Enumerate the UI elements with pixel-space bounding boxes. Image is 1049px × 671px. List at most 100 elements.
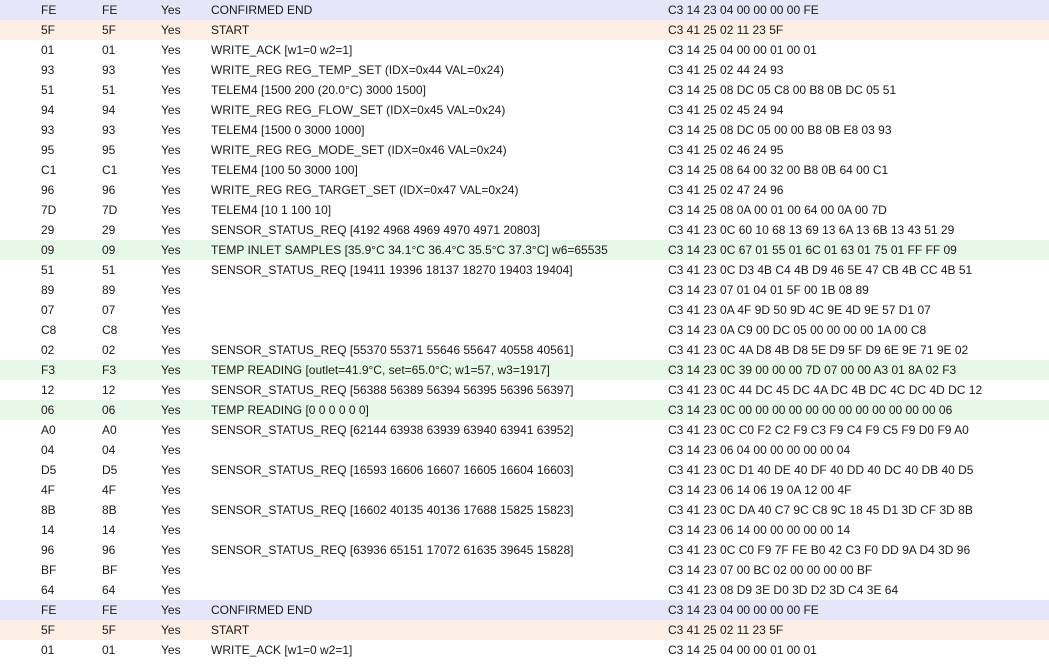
calc-checksum-cell: 14 [102,523,116,537]
decoded-cell: SENSOR_STATUS_REQ [16593 16606 16607 166… [211,463,574,477]
table-row[interactable]: 95 95 Yes WRITE_REG REG_MODE_SET (IDX=0x46 … [0,140,1049,160]
table-row[interactable]: 02 02 Yes SENSOR_STATUS_REQ [55370 55371 55… [0,340,1049,360]
decoded-cell: TELEM4 [1500 0 3000 1000] [211,123,365,137]
decoded-cell: TEMP READING [outlet=41.9°C, set=65.0°C;… [211,363,550,377]
checksum-cell: A0 [41,423,56,437]
packet-log-table: FE FE Yes CONFIRMED END C3 14 23 04 00 00 00… [0,0,1049,660]
calc-checksum-cell: 96 [102,543,116,557]
valid-cell: Yes [161,103,181,117]
raw-bytes-cell: C3 14 23 0A C9 00 DC 05 00 00 00 00 1A 0… [668,323,927,337]
table-row[interactable]: F3 F3 Yes TEMP READING [outlet=41.9°C, set=… [0,360,1049,380]
table-row[interactable]: 01 01 Yes WRITE_ACK [w1=0 w2=1] C3 14 25 04 … [0,40,1049,60]
table-row[interactable]: D5 D5 Yes SENSOR_STATUS_REQ [16593 16606 16… [0,460,1049,480]
raw-bytes-cell: C3 41 23 08 D9 3E D0 3D D2 3D C4 3E 64 [668,583,899,597]
valid-cell: Yes [161,643,181,657]
calc-checksum-cell: F3 [102,363,117,377]
table-row[interactable]: 51 51 Yes TELEM4 [1500 200 (20.0°C) 3000 15… [0,80,1049,100]
calc-checksum-cell: 51 [102,263,116,277]
table-row[interactable]: 29 29 Yes SENSOR_STATUS_REQ [4192 4968 4969… [0,220,1049,240]
checksum-cell: BF [41,563,57,577]
raw-bytes-cell: C3 14 25 04 00 00 01 00 01 [668,43,817,57]
raw-bytes-cell: C3 14 25 08 0A 00 01 00 64 00 0A 00 7D [668,203,887,217]
calc-checksum-cell: C8 [102,323,118,337]
table-row[interactable]: 89 89 Yes C3 14 23 07 01 04 01 5F 00 1B 08 … [0,280,1049,300]
table-row[interactable]: 06 06 Yes TEMP READING [0 0 0 0 0 0] C3 14 2… [0,400,1049,420]
checksum-cell: 94 [41,103,55,117]
decoded-cell: SENSOR_STATUS_REQ [56388 56389 56394 563… [211,383,574,397]
checksum-cell: 5F [41,23,56,37]
valid-cell: Yes [161,323,181,337]
table-row[interactable]: 5F 5F Yes START C3 41 25 02 11 23 5F [0,620,1049,640]
table-row[interactable]: 93 93 Yes TELEM4 [1500 0 3000 1000] C3 14 25… [0,120,1049,140]
checksum-cell: 06 [41,403,55,417]
decoded-cell: WRITE_ACK [w1=0 w2=1] [211,643,353,657]
table-row[interactable]: FE FE Yes CONFIRMED END C3 14 23 04 00 00 00… [0,600,1049,620]
table-row[interactable]: 5F 5F Yes START C3 41 25 02 11 23 5F [0,20,1049,40]
valid-cell: Yes [161,383,181,397]
table-row[interactable]: C8 C8 Yes C3 14 23 0A C9 00 DC 05 00 00 00 … [0,320,1049,340]
decoded-cell: WRITE_REG REG_FLOW_SET (IDX=0x45 VAL=0x2… [211,103,506,117]
valid-cell: Yes [161,163,181,177]
decoded-cell: TEMP READING [0 0 0 0 0 0] [211,403,369,417]
checksum-cell: 01 [41,43,55,57]
table-row[interactable]: 8B 8B Yes SENSOR_STATUS_REQ [16602 40135 40… [0,500,1049,520]
table-row[interactable]: C1 C1 Yes TELEM4 [100 50 3000 100] C3 14 25 … [0,160,1049,180]
valid-cell: Yes [161,203,181,217]
table-row[interactable]: 07 07 Yes C3 41 23 0A 4F 9D 50 9D 4C 9E 4D … [0,300,1049,320]
raw-bytes-cell: C3 41 25 02 45 24 94 [668,103,784,117]
checksum-cell: 51 [41,83,55,97]
calc-checksum-cell: 09 [102,243,116,257]
valid-cell: Yes [161,143,181,157]
table-row[interactable]: 04 04 Yes C3 14 23 06 04 00 00 00 00 00 04 [0,440,1049,460]
calc-checksum-cell: 96 [102,183,116,197]
table-row[interactable]: FE FE Yes CONFIRMED END C3 14 23 04 00 00 00… [0,0,1049,20]
decoded-cell: WRITE_REG REG_TEMP_SET (IDX=0x44 VAL=0x2… [211,63,504,77]
table-row[interactable]: 7D 7D Yes TELEM4 [10 1 100 10] C3 14 25 08 0… [0,200,1049,220]
decoded-cell: SENSOR_STATUS_REQ [16602 40135 40136 176… [211,503,574,517]
valid-cell: Yes [161,63,181,77]
checksum-cell: 51 [41,263,55,277]
raw-bytes-cell: C3 41 25 02 47 24 96 [668,183,784,197]
checksum-cell: FE [41,603,57,617]
checksum-cell: 14 [41,523,55,537]
raw-bytes-cell: C3 41 23 0C 60 10 68 13 69 13 6A 13 6B 1… [668,223,955,237]
raw-bytes-cell: C3 41 25 02 11 23 5F [668,23,784,37]
checksum-cell: 93 [41,123,55,137]
valid-cell: Yes [161,583,181,597]
calc-checksum-cell: 07 [102,303,116,317]
table-row[interactable]: 51 51 Yes SENSOR_STATUS_REQ [19411 19396 18… [0,260,1049,280]
calc-checksum-cell: 12 [102,383,116,397]
calc-checksum-cell: 5F [102,23,117,37]
decoded-cell: START [211,23,250,37]
table-row[interactable]: BF BF Yes C3 14 23 07 00 BC 02 00 00 00 00 … [0,560,1049,580]
table-row[interactable]: 96 96 Yes WRITE_REG REG_TARGET_SET (IDX=0x4… [0,180,1049,200]
valid-cell: Yes [161,363,181,377]
checksum-cell: D5 [41,463,57,477]
raw-bytes-cell: C3 41 25 02 44 24 93 [668,63,784,77]
raw-bytes-cell: C3 14 23 04 00 00 00 00 FE [668,3,819,17]
table-row[interactable]: 94 94 Yes WRITE_REG REG_FLOW_SET (IDX=0x45 … [0,100,1049,120]
table-row[interactable]: 64 64 Yes C3 41 23 08 D9 3E D0 3D D2 3D C4 … [0,580,1049,600]
table-row[interactable]: 14 14 Yes C3 14 23 06 14 00 00 00 00 00 14 [0,520,1049,540]
checksum-cell: C1 [41,163,57,177]
table-row[interactable]: 93 93 Yes WRITE_REG REG_TEMP_SET (IDX=0x44 … [0,60,1049,80]
valid-cell: Yes [161,463,181,477]
table-row[interactable]: 12 12 Yes SENSOR_STATUS_REQ [56388 56389 56… [0,380,1049,400]
valid-cell: Yes [161,23,181,37]
calc-checksum-cell: 5F [102,623,117,637]
checksum-cell: 02 [41,343,55,357]
calc-checksum-cell: 7D [102,203,118,217]
table-row[interactable]: 01 01 Yes WRITE_ACK [w1=0 w2=1] C3 14 25 04 … [0,640,1049,660]
calc-checksum-cell: 29 [102,223,116,237]
valid-cell: Yes [161,183,181,197]
raw-bytes-cell: C3 14 23 07 00 BC 02 00 00 00 00 BF [668,563,873,577]
checksum-cell: 04 [41,443,55,457]
calc-checksum-cell: 01 [102,43,116,57]
table-row[interactable]: 09 09 Yes TEMP INLET SAMPLES [35.9°C 34.1°C… [0,240,1049,260]
table-row[interactable]: 96 96 Yes SENSOR_STATUS_REQ [63936 65151 17… [0,540,1049,560]
raw-bytes-cell: C3 14 23 04 00 00 00 00 FE [668,603,819,617]
table-row[interactable]: A0 A0 Yes SENSOR_STATUS_REQ [62144 63938 63… [0,420,1049,440]
table-row[interactable]: 4F 4F Yes C3 14 23 06 14 06 19 0A 12 00 4F [0,480,1049,500]
checksum-cell: 64 [41,583,55,597]
decoded-cell: TEMP INLET SAMPLES [35.9°C 34.1°C 36.4°C… [211,243,608,257]
